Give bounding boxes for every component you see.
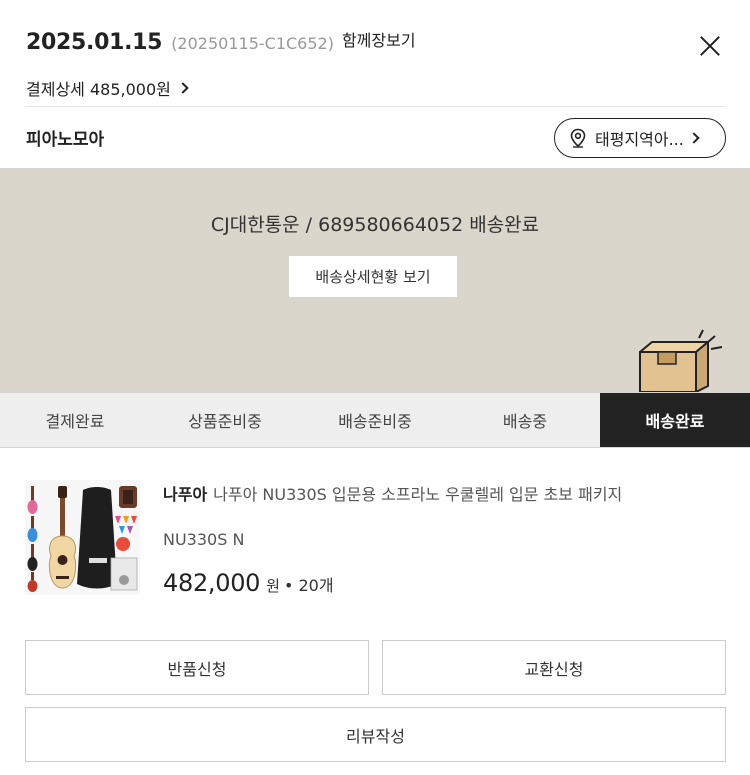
delivery-status-text: CJ대한통운 / 689580664052 배송완료: [210, 214, 540, 236]
region-label: 태평지역아...: [595, 130, 684, 149]
delivery-progress-steps: 결제완료 상품준비중 배송준비중 배송중 배송완료: [0, 392, 750, 448]
product-brand: 나푸아: [163, 485, 208, 504]
exchange-request-button[interactable]: 교환신청: [382, 640, 726, 695]
location-pin-icon: [570, 128, 586, 148]
payment-detail-link[interactable]: 결제상세 485,000원: [26, 76, 189, 100]
product-price: 482,000: [163, 569, 261, 597]
chevron-right-icon: [688, 132, 700, 144]
order-date-row: 2025.01.15 (20250115-C1C652) 함께장보기: [26, 30, 416, 55]
product-currency: 원: [266, 577, 280, 595]
step-in-transit: 배송중: [502, 412, 548, 431]
product-quantity: • 20개: [283, 576, 334, 595]
together-shopping-label: 함께장보기: [341, 31, 416, 50]
return-request-button[interactable]: 반품신청: [25, 640, 369, 695]
step-preparing-shipment: 배송준비중: [338, 412, 412, 431]
order-date: 2025.01.15: [26, 30, 163, 55]
step-payment-complete: 결제완료: [45, 412, 105, 431]
product-title: 나푸아 NU330S 입문용 소프라노 우쿨렐레 입문 초보 패키지: [213, 485, 623, 504]
store-name: 피아노모아: [26, 130, 105, 150]
header-divider: [26, 106, 725, 107]
product-price-row: 482,000 원 • 20개: [163, 569, 334, 597]
delivery-box-icon: [639, 329, 723, 392]
delivery-detail-button[interactable]: 배송상세현황 보기: [289, 256, 457, 297]
step-preparing-product: 상품준비중: [188, 412, 262, 431]
delivery-status-panel: CJ대한통운 / 689580664052 배송완료 배송상세현황 보기: [0, 168, 750, 392]
step-delivered: 배송완료: [600, 393, 750, 447]
product-item[interactable]: 나푸아 나푸아 NU330S 입문용 소프라노 우쿨렐레 입문 초보 패키지 NU…: [25, 478, 725, 598]
write-review-button[interactable]: 리뷰작성: [25, 707, 726, 762]
chevron-right-icon: [177, 82, 189, 94]
product-title-line[interactable]: 나푸아 나푸아 NU330S 입문용 소프라노 우쿨렐레 입문 초보 패키지: [163, 481, 622, 505]
region-button[interactable]: 태평지역아...: [554, 118, 726, 158]
close-icon[interactable]: [696, 32, 724, 60]
order-header: 2025.01.15 (20250115-C1C652) 함께장보기 결제상세 …: [0, 0, 750, 168]
product-option: NU330S N: [163, 530, 245, 549]
order-id: (20250115-C1C652): [171, 34, 334, 53]
payment-detail-label: 결제상세 485,000원: [26, 80, 171, 99]
product-thumbnail[interactable]: [25, 480, 140, 595]
